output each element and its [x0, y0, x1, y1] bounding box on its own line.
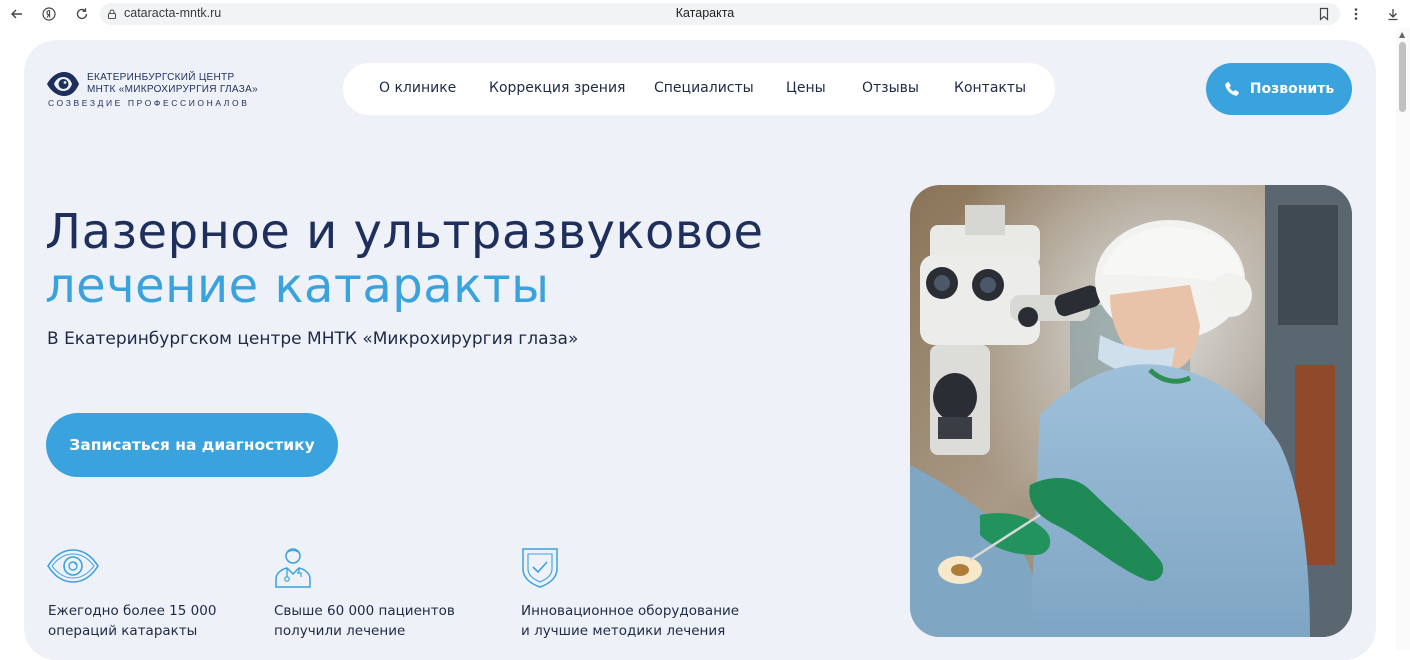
download-icon[interactable]: [1384, 5, 1402, 23]
menu-dots-icon[interactable]: [1347, 5, 1365, 23]
feature-patients-line-1: Свыше 60 000 пациентов: [274, 603, 455, 619]
feature-operations-line-2: операций катаракты: [48, 623, 198, 639]
nav-item-contacts[interactable]: Контакты: [954, 80, 1026, 96]
nav-item-specialists[interactable]: Специалисты: [654, 80, 754, 96]
call-button[interactable]: Позвонить: [1206, 63, 1352, 115]
feature-equipment-line-1: Инновационное оборудование: [521, 603, 740, 619]
address-bar[interactable]: [100, 3, 1340, 25]
main-nav: О клинике Коррекция зрения Специалисты Ц…: [343, 63, 1055, 115]
clinic-logo[interactable]: ЕКАТЕРИНБУРГСКИЙ ЦЕНТР МНТК «МИКРОХИРУРГ…: [46, 71, 258, 111]
feature-operations-line-1: Ежегодно более 15 000: [48, 603, 217, 619]
scroll-up-arrow-icon[interactable]: ▲: [1399, 30, 1405, 39]
feature-patients-line-2: получили лечение: [274, 623, 406, 639]
url-text[interactable]: cataracta-mntk.ru: [124, 6, 221, 20]
yandex-icon[interactable]: [40, 5, 58, 23]
bookmark-icon[interactable]: [1315, 5, 1333, 23]
nav-item-vision-correction[interactable]: Коррекция зрения: [489, 80, 625, 96]
feature-equipment-text: Инновационное оборудование и лучшие мето…: [521, 601, 739, 641]
hero-title-line-2: лечение катаракты: [45, 258, 550, 314]
signup-diagnostics-button[interactable]: Записаться на диагностику: [46, 413, 338, 477]
eye-logo-icon: [47, 72, 79, 96]
shield-check-icon: [522, 548, 558, 588]
hero-photo-surgeon-microscope: [910, 185, 1352, 637]
logo-line-1: ЕКАТЕРИНБУРГСКИЙ ЦЕНТР: [87, 72, 235, 83]
nav-item-reviews[interactable]: Отзывы: [862, 80, 919, 96]
reload-icon[interactable]: [73, 5, 91, 23]
feature-operations-text: Ежегодно более 15 000 операций катаракты: [48, 601, 216, 641]
scrollbar-thumb[interactable]: [1399, 42, 1406, 112]
phone-icon: [1225, 82, 1239, 96]
page-container: ЕКАТЕРИНБУРГСКИЙ ЦЕНТР МНТК «МИКРОХИРУРГ…: [24, 40, 1376, 660]
logo-line-2: МНТК «МИКРОХИРУРГИЯ ГЛАЗА»: [87, 84, 258, 95]
hero-subtitle: В Екатеринбургском центре МНТК «Микрохир…: [47, 329, 579, 349]
eye-icon: [47, 549, 99, 583]
feature-equipment-line-2: и лучшие методики лечения: [521, 623, 726, 639]
call-button-label: Позвонить: [1249, 81, 1335, 97]
doctor-icon: [275, 548, 311, 588]
nav-item-about[interactable]: О клинике: [379, 80, 456, 96]
feature-patients-text: Свыше 60 000 пациентов получили лечение: [274, 601, 455, 641]
logo-tagline: СОЗВЕЗДИЕ ПРОФЕССИОНАЛОВ: [48, 98, 250, 108]
nav-item-prices[interactable]: Цены: [786, 80, 826, 96]
lock-icon[interactable]: [103, 5, 121, 23]
hero-title-line-1: Лазерное и ультразвуковое: [45, 204, 764, 260]
scrollbar[interactable]: ▲: [1396, 28, 1410, 650]
browser-toolbar: cataracta-mntk.ru Катаракта: [0, 0, 1410, 28]
back-arrow-icon[interactable]: [8, 5, 26, 23]
